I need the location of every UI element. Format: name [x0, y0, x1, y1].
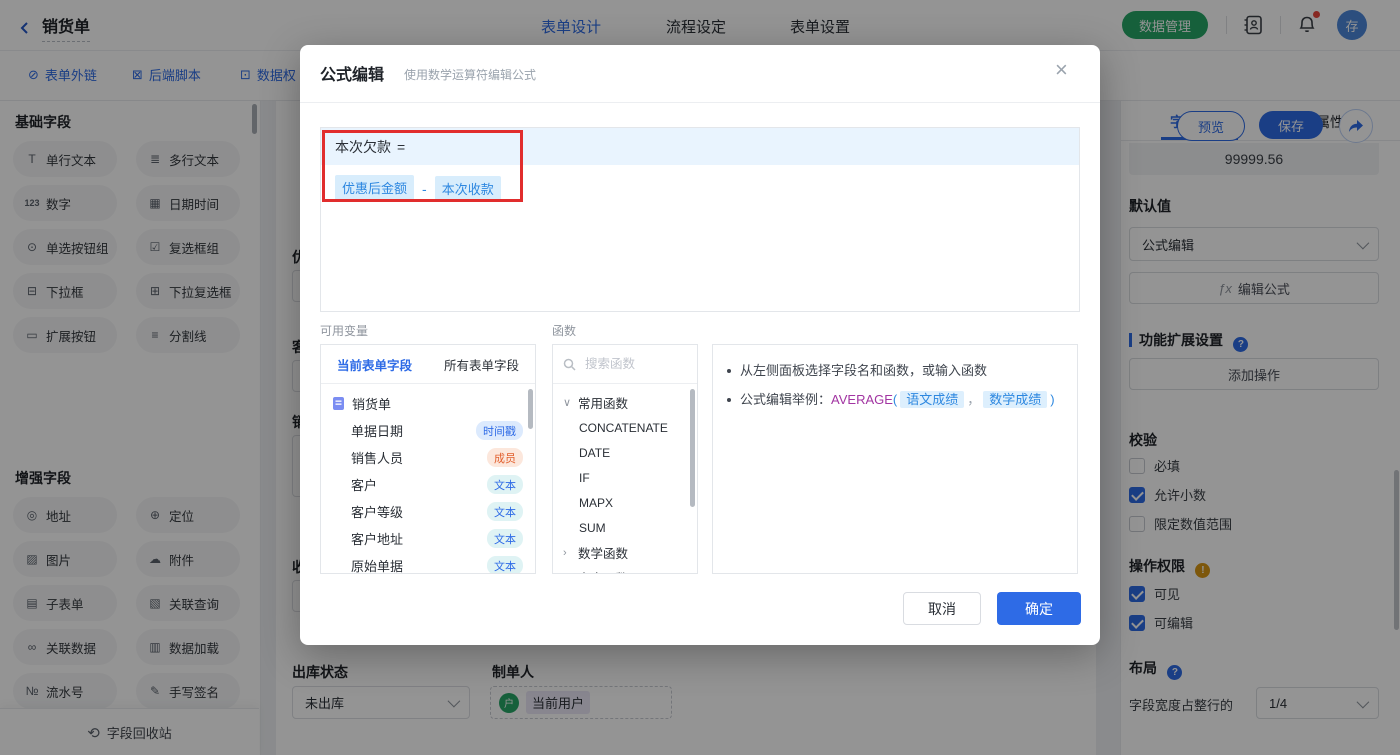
function-group-math[interactable]: › 数学函数 [553, 540, 697, 565]
variables-scrollbar[interactable] [528, 389, 533, 429]
type-badge: 时间戳 [476, 421, 523, 440]
tip-line-1: 从左侧面板选择字段名和函数，或输入函数 [727, 361, 1063, 380]
function-group-text[interactable]: › 文本函数 [553, 565, 697, 574]
variable-root-form[interactable]: 销货单 [321, 390, 535, 417]
tab-current-form-fields[interactable]: 当前表单字段 [321, 355, 428, 374]
app-root: 销货单 表单设计 流程设定 表单设置 数据管理 存 ⊘ 表单外链 ⊠ 后端脚本 … [0, 0, 1400, 755]
formula-edit-modal: 公式编辑 使用数学运算符编辑公式 × 本次欠款 = 优惠后金额 - 本次收款 可… [300, 45, 1100, 645]
type-badge: 文本 [487, 556, 523, 573]
functions-scrollbar[interactable] [690, 389, 695, 507]
formula-field-chip[interactable]: 优惠后金额 [335, 175, 415, 202]
functions-panel: ∨ 常用函数 CONCATENATE DATE IF MAPX SUM › 数学… [552, 344, 698, 574]
divider [300, 102, 1100, 103]
formula-expression[interactable]: 优惠后金额 - 本次收款 [321, 165, 1079, 212]
type-badge: 文本 [487, 475, 523, 494]
variable-item[interactable]: 销售人员 成员 [321, 444, 535, 471]
caret-closed-icon: › [563, 572, 573, 574]
formula-field-chip[interactable]: 本次收款 [434, 176, 501, 201]
function-item[interactable]: SUM [553, 515, 697, 540]
tip-line-2: 公式编辑举例：AVERAGE(语文成绩，数学成绩) [727, 390, 1063, 409]
confirm-button[interactable]: 确定 [997, 592, 1081, 625]
formula-editor[interactable]: 本次欠款 = 优惠后金额 - 本次收款 [320, 127, 1080, 312]
variables-heading: 可用变量 [320, 324, 369, 338]
function-item[interactable]: DATE [553, 440, 697, 465]
tips-panel: 从左侧面板选择字段名和函数，或输入函数 公式编辑举例：AVERAGE(语文成绩，… [712, 344, 1078, 574]
caret-open-icon: ∨ [563, 397, 572, 409]
function-search-input[interactable] [583, 356, 682, 372]
cancel-button[interactable]: 取消 [903, 592, 981, 625]
formula-target-row: 本次欠款 = [321, 128, 1079, 165]
document-icon [333, 397, 345, 410]
close-icon[interactable]: × [1055, 57, 1068, 83]
function-group-common[interactable]: ∨ 常用函数 [553, 390, 697, 415]
bullet-icon [727, 398, 731, 402]
variable-item[interactable]: 客户 文本 [321, 471, 535, 498]
function-name-example: AVERAGE [831, 392, 893, 407]
function-item[interactable]: IF [553, 465, 697, 490]
example-field-chip: 语文成绩 [900, 391, 965, 408]
variable-item[interactable]: 原始单据 文本 [321, 552, 535, 573]
function-item[interactable]: MAPX [553, 490, 697, 515]
functions-heading: 函数 [552, 324, 577, 338]
bullet-icon [727, 369, 731, 373]
variables-panel: 当前表单字段 所有表单字段 销货单 单据日期 时间戳 销售人员 成员 客户 文本… [320, 344, 536, 574]
variable-item[interactable]: 单据日期 时间戳 [321, 417, 535, 444]
type-badge: 文本 [487, 502, 523, 521]
formula-target: 本次欠款 [335, 138, 391, 155]
caret-closed-icon: › [563, 546, 567, 559]
type-badge: 文本 [487, 529, 523, 548]
function-search[interactable] [553, 345, 697, 384]
tab-all-form-fields[interactable]: 所有表单字段 [428, 355, 535, 374]
variable-item[interactable]: 客户等级 文本 [321, 498, 535, 525]
function-item[interactable]: CONCATENATE [553, 415, 697, 440]
equals-sign: = [397, 138, 406, 155]
variables-tabs: 当前表单字段 所有表单字段 [321, 345, 535, 384]
search-icon [563, 358, 576, 371]
minus-operator: - [422, 180, 427, 197]
modal-subtitle: 使用数学运算符编辑公式 [404, 68, 537, 82]
variable-item[interactable]: 客户地址 文本 [321, 525, 535, 552]
modal-title: 公式编辑 [320, 67, 385, 84]
example-field-chip: 数学成绩 [983, 391, 1048, 408]
type-badge: 成员 [487, 448, 523, 467]
